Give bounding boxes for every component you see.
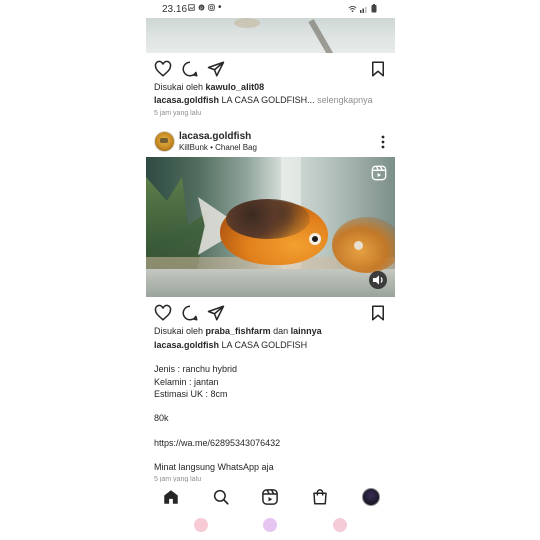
likes-prefix: Disukai oleh <box>154 82 204 92</box>
previous-post-actions <box>146 55 395 81</box>
likes-prefix: Disukai oleh <box>154 326 204 336</box>
previous-timestamp: 5 jam yang lalu <box>154 110 202 117</box>
caption-line: Minat langsung WhatsApp aja <box>154 462 274 472</box>
post-caption-header: lacasa.goldfish LA CASA GOLDFISH <box>154 340 307 350</box>
status-time: 23.16 <box>162 4 188 15</box>
home-icon[interactable] <box>162 488 180 506</box>
bottom-navigation <box>146 484 395 510</box>
post-likes: Disukai oleh praba_fishfarm dan lainnya <box>154 326 322 336</box>
notification-icons: p • <box>188 2 222 13</box>
battery-icon <box>371 4 377 13</box>
post-actions <box>146 299 395 325</box>
caption-username[interactable]: lacasa.goldfish <box>154 340 219 350</box>
home-button[interactable] <box>263 518 277 532</box>
liked-by-others-link[interactable]: lainnya <box>291 326 322 336</box>
pinterest-icon: p <box>198 4 205 11</box>
post-timestamp: 5 jam yang lalu <box>154 476 202 482</box>
caption-line: Kelamin : jantan <box>154 377 219 387</box>
see-more-link[interactable]: selengkapnya <box>317 95 373 105</box>
comment-icon[interactable] <box>181 60 199 78</box>
post-username[interactable]: lacasa.goldfish <box>179 131 251 142</box>
wifi-icon <box>348 5 357 12</box>
profile-avatar[interactable] <box>362 488 380 506</box>
liked-by-user[interactable]: kawulo_alit08 <box>206 82 265 92</box>
liked-by-user[interactable]: praba_fishfarm <box>206 326 271 336</box>
audio-toggle-button[interactable] <box>369 271 387 289</box>
audio-subtitle[interactable]: KillBunk • Chanel Bag <box>179 143 257 152</box>
dot-indicator: • <box>218 2 222 13</box>
comment-icon[interactable] <box>181 304 199 322</box>
previous-caption: lacasa.goldfish LA CASA GOLDFISH... sele… <box>154 95 373 105</box>
caption-line: Estimasi UK : 8cm <box>154 389 228 399</box>
search-icon[interactable] <box>212 488 230 506</box>
post-video[interactable] <box>146 157 395 297</box>
previous-likes: Disukai oleh kawulo_alit08 <box>154 82 264 92</box>
whatsapp-link[interactable]: https://wa.me/62895343076432 <box>154 438 280 448</box>
caption-username[interactable]: lacasa.goldfish <box>154 95 219 105</box>
bookmark-icon[interactable] <box>369 60 387 78</box>
reels-icon <box>371 165 387 181</box>
gallery-icon <box>188 4 195 11</box>
system-status-icons <box>348 4 377 13</box>
instagram-icon <box>208 4 215 11</box>
likes-conjunction: dan <box>273 326 289 336</box>
reels-icon[interactable] <box>261 488 279 506</box>
caption-line: Jenis : ranchu hybrid <box>154 364 238 374</box>
status-bar: 23.16 p • <box>146 0 395 18</box>
back-button[interactable] <box>333 518 347 532</box>
send-icon[interactable] <box>207 304 225 322</box>
bookmark-icon[interactable] <box>369 304 387 322</box>
caption-title: LA CASA GOLDFISH <box>221 340 308 350</box>
goldfish-image <box>198 195 330 273</box>
caption-text: LA CASA GOLDFISH... <box>221 95 315 105</box>
caption-line: 80k <box>154 413 169 423</box>
more-vertical-icon[interactable] <box>381 135 385 149</box>
instagram-feed-screen: 23.16 p • Disukai oleh kawulo_alit08 lac… <box>146 0 395 540</box>
heart-icon[interactable] <box>154 304 172 322</box>
shop-icon[interactable] <box>311 488 329 506</box>
signal-icon <box>360 6 367 13</box>
recent-apps-button[interactable] <box>194 518 208 532</box>
goldfish-reflection <box>332 217 395 273</box>
previous-post-image[interactable] <box>146 18 395 53</box>
send-icon[interactable] <box>207 60 225 78</box>
post-header: lacasa.goldfish KillBunk • Chanel Bag <box>146 127 395 157</box>
heart-icon[interactable] <box>154 60 172 78</box>
system-navigation-bar <box>146 512 395 540</box>
avatar[interactable] <box>154 131 175 152</box>
speaker-icon <box>373 275 383 285</box>
